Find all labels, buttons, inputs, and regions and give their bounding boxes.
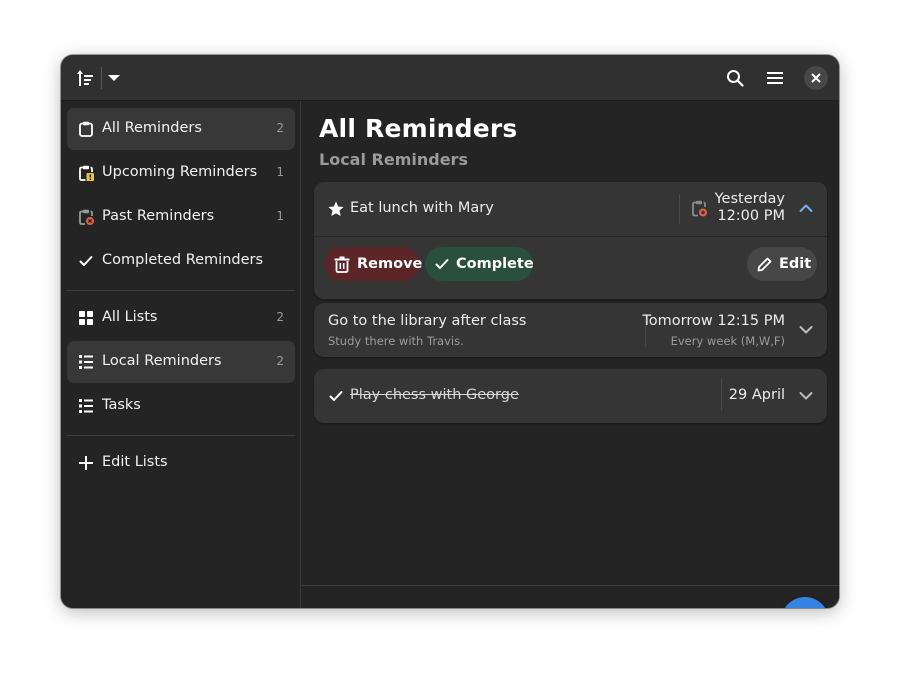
reminder-title: Eat lunch with Mary (350, 200, 494, 216)
sidebar-item-label: Tasks (102, 397, 141, 413)
checkmark-icon (77, 252, 95, 270)
sidebar-item-count: 1 (276, 165, 284, 179)
reminder-date: 29 April (728, 387, 785, 403)
sidebar-item-count: 2 (276, 121, 284, 135)
header-separator (101, 67, 102, 89)
reminder-title: Go to the library after class (328, 313, 527, 329)
sidebar-item-edit-lists[interactable]: Edit Lists (67, 442, 295, 484)
bottom-separator (302, 585, 839, 586)
remove-label: Remove (357, 256, 423, 272)
remove-button[interactable]: Remove (324, 247, 423, 281)
sidebar-item-label: Edit Lists (102, 454, 168, 470)
sidebar-item-count: 1 (276, 209, 284, 223)
clipboard-error-icon (77, 208, 95, 226)
sidebar-item-count: 2 (276, 310, 284, 324)
search-button[interactable] (723, 66, 747, 90)
card-divider (314, 236, 827, 237)
close-icon (811, 73, 821, 83)
sort-ascending-icon (76, 69, 94, 87)
reminder-card: Play chess with George 29 April (314, 369, 827, 423)
sidebar-item-count: 2 (276, 354, 284, 368)
reminder-date-line1: Yesterday (714, 191, 785, 207)
reminder-card: Eat lunch with Mary Yesterday 12:00 PM R… (314, 182, 827, 299)
sidebar-item-label: Local Reminders (102, 353, 222, 369)
sidebar-item-label: Upcoming Reminders (102, 164, 258, 180)
checkmark-icon (435, 257, 449, 271)
complete-label: Complete (456, 256, 534, 272)
vertical-separator (679, 194, 680, 224)
checkmark-icon (329, 389, 343, 403)
sidebar-item-completed-reminders[interactable]: Completed Reminders (67, 240, 295, 282)
sidebar-item-upcoming-reminders[interactable]: Upcoming Reminders 1 (67, 152, 295, 194)
chevron-down-icon[interactable] (799, 391, 813, 401)
close-window-button[interactable] (804, 66, 828, 90)
main-menu-button[interactable] (763, 66, 787, 90)
complete-button[interactable]: Complete (425, 247, 534, 281)
reminder-row[interactable]: Eat lunch with Mary Yesterday 12:00 PM (314, 182, 827, 236)
reminder-card: Go to the library after class Study ther… (314, 303, 827, 357)
sidebar-item-all-lists[interactable]: All Lists 2 (67, 297, 295, 339)
pan-down-icon (108, 74, 120, 82)
reminder-repeat: Every week (M,W,F) (670, 334, 785, 348)
chevron-up-icon[interactable] (799, 203, 813, 213)
pencil-icon (757, 257, 772, 272)
sidebar-item-label: All Reminders (102, 120, 202, 136)
clipboard-error-icon (691, 200, 707, 217)
add-reminder-button[interactable] (781, 597, 829, 608)
sort-dropdown-button[interactable] (104, 66, 124, 90)
grid-icon (77, 309, 95, 327)
reminder-title: Play chess with George (350, 387, 519, 403)
reminder-date-line2: 12:00 PM (717, 208, 785, 224)
sidebar-item-label: Completed Reminders (102, 252, 264, 268)
page-title: All Reminders (319, 114, 518, 143)
clipboard-warning-icon (77, 164, 95, 182)
search-icon (726, 69, 744, 87)
sort-button[interactable] (73, 66, 97, 90)
clipboard-icon (77, 120, 95, 138)
page-subtitle: Local Reminders (319, 150, 468, 169)
hamburger-menu-icon (767, 71, 783, 85)
reminder-row[interactable]: Go to the library after class Study ther… (314, 303, 827, 357)
app-window: All Reminders 2 Upcoming Reminders 1 Pas… (61, 55, 839, 608)
reminder-notes: Study there with Travis. (328, 334, 464, 348)
vertical-separator (721, 379, 722, 411)
plus-icon (77, 454, 95, 472)
trash-icon (334, 256, 350, 273)
edit-button[interactable]: Edit (747, 247, 817, 281)
main-content: All Reminders Local Reminders Eat lunch … (302, 101, 839, 608)
list-icon (77, 353, 95, 371)
edit-label: Edit (779, 256, 812, 272)
sidebar-item-all-reminders[interactable]: All Reminders 2 (67, 108, 295, 150)
sidebar-separator (67, 290, 295, 291)
sidebar-item-tasks[interactable]: Tasks (67, 385, 295, 427)
header-bar (61, 55, 839, 101)
sidebar-item-label: All Lists (102, 309, 158, 325)
star-icon (328, 201, 344, 217)
sidebar-item-local-reminders[interactable]: Local Reminders 2 (67, 341, 295, 383)
sidebar-item-past-reminders[interactable]: Past Reminders 1 (67, 196, 295, 238)
sidebar: All Reminders 2 Upcoming Reminders 1 Pas… (61, 101, 301, 608)
reminder-date: Tomorrow 12:15 PM (642, 313, 785, 329)
list-icon (77, 397, 95, 415)
reminder-row[interactable]: Play chess with George 29 April (314, 369, 827, 423)
sidebar-item-label: Past Reminders (102, 208, 215, 224)
chevron-down-icon[interactable] (799, 325, 813, 335)
sidebar-separator (67, 435, 295, 436)
